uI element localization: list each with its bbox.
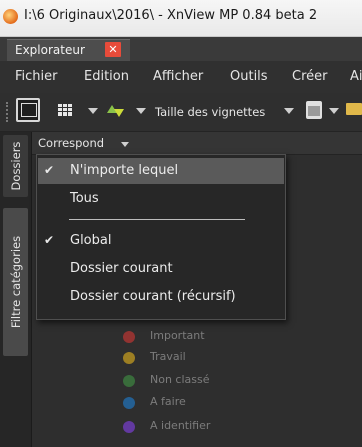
close-icon[interactable]: ✕ [105,42,121,57]
tab-explorer-label: Explorateur [15,43,85,57]
category-label: A faire [150,395,186,408]
menu-item-any[interactable]: ✔ N'importe lequel [38,158,284,184]
menu-item-all[interactable]: Tous [38,186,284,212]
menu-overflow[interactable]: Ai [350,69,362,84]
fullscreen-icon[interactable] [16,98,40,122]
menu-item-current-folder[interactable]: Dossier courant [38,256,284,282]
chevron-down-icon[interactable] [121,142,129,147]
category-color-icon [123,421,135,433]
category-color-icon [123,352,135,364]
toolbar: Taille des vignettes [0,93,362,132]
check-icon: ✔ [44,233,55,247]
thumbnail-size-button[interactable]: Taille des vignettes [155,105,265,119]
tab-category-filter-label: Filtre catégories [8,235,23,329]
tab-category-filter[interactable]: Filtre catégories [3,208,28,356]
menu-item-label: N'importe lequel [70,163,179,178]
menu-afficher[interactable]: Afficher [153,69,203,84]
category-label: Important [150,329,205,342]
chevron-down-icon[interactable] [329,108,339,114]
window-title: I:\6 Originaux\2016\ - XnView MP 0.84 be… [24,8,318,23]
calendar-icon[interactable] [306,101,322,119]
menu-item-label: Global [70,233,112,248]
chevron-down-icon[interactable] [88,108,98,114]
category-label: Travail [150,350,186,363]
thumbnail-grid-icon[interactable] [58,104,72,116]
menu-item-label: Dossier courant [70,261,173,276]
category-color-icon [123,331,135,343]
menu-outils[interactable]: Outils [230,69,268,84]
tab-strip: Explorateur ✕ [0,37,362,61]
menu-bar: Fichier Edition Afficher Outils Créer Ai [0,61,362,93]
chevron-down-icon[interactable] [284,108,294,114]
sort-icon[interactable] [107,103,125,119]
match-dropdown-menu: ✔ N'importe lequel Tous ✔ Global Dossier… [36,154,286,320]
tab-folders[interactable]: Dossiers [3,135,28,197]
folder-icon[interactable] [346,103,362,115]
check-icon: ✔ [44,163,55,177]
menu-item-label: Dossier courant (récursif) [70,289,236,304]
category-label: Non classé [150,373,210,386]
title-bar: I:\6 Originaux\2016\ - XnView MP 0.84 be… [0,0,362,37]
menu-edition[interactable]: Edition [84,69,129,84]
category-color-icon [123,375,135,387]
menu-fichier[interactable]: Fichier [15,69,58,84]
chevron-down-icon[interactable] [136,108,146,114]
menu-item-current-folder-recursive[interactable]: Dossier courant (récursif) [38,284,284,310]
filter-toolbar: Correspond [32,132,362,155]
category-label: A identifier [150,419,211,432]
menu-creer[interactable]: Créer [292,69,327,84]
menu-item-global[interactable]: ✔ Global [38,228,284,254]
menu-separator [69,219,245,220]
toolbar-grip[interactable] [6,102,12,122]
menu-item-label: Tous [70,191,99,206]
category-color-icon [123,397,135,409]
xnview-app-icon [3,9,18,24]
tab-explorer[interactable]: Explorateur ✕ [7,39,130,61]
side-tab-bar: Dossiers Filtre catégories [0,132,32,447]
match-dropdown[interactable]: Correspond [38,136,104,150]
tab-folders-label: Dossiers [8,141,23,191]
